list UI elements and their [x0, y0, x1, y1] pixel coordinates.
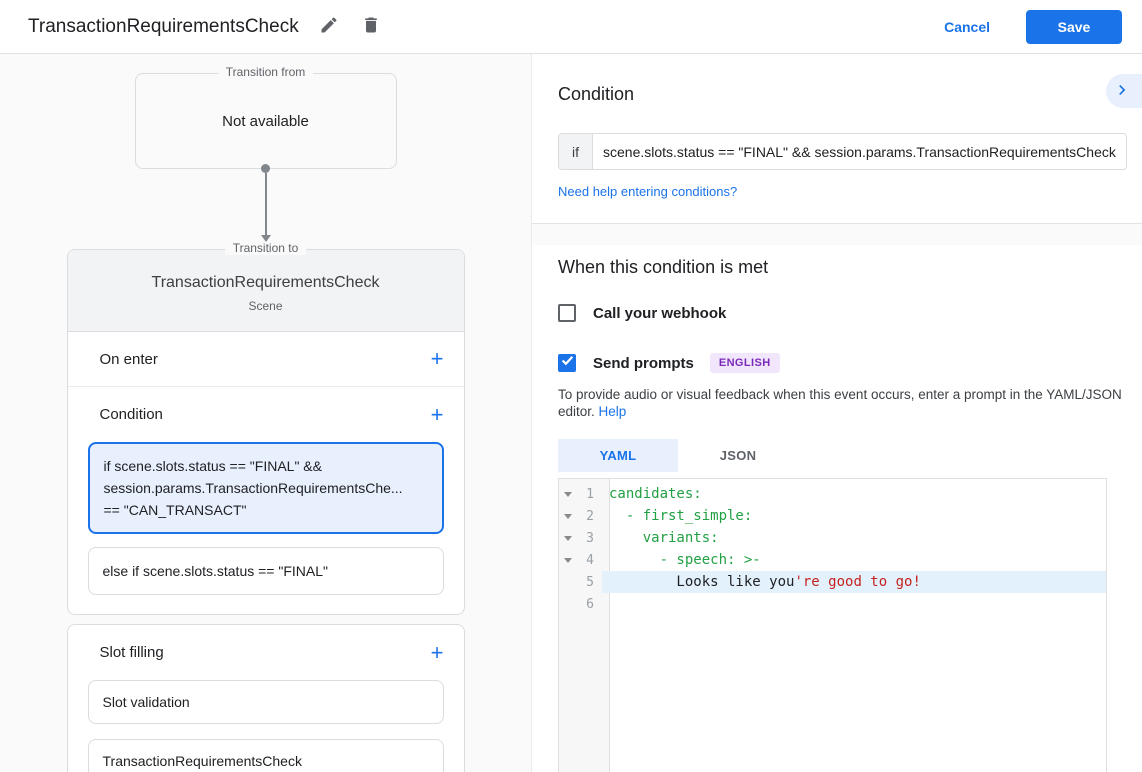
code-line: 6 [559, 593, 1106, 615]
pencil-icon [319, 15, 339, 38]
slot-filling-label: Slot filling [100, 644, 164, 661]
add-on-enter-button[interactable]: + [431, 348, 444, 370]
code-text: - first_simple: [609, 508, 752, 524]
call-webhook-label: Call your webhook [593, 305, 726, 322]
code-text: variants: [609, 530, 719, 546]
code-string-text: 're good to go! [794, 574, 920, 590]
condition-met-section: When this condition is met Call your web… [532, 245, 1142, 772]
slot-filling-header: Slot filling + [68, 625, 464, 680]
line-number: 1 [577, 487, 602, 502]
line-number: 5 [577, 575, 602, 590]
condition-line: session.params.TransactionRequirementsCh… [104, 477, 428, 499]
edit-scene-button[interactable] [317, 15, 341, 39]
scene-diagram-panel: Transition from Not available Transition… [0, 54, 532, 772]
condition-line: else if scene.slots.status == "FINAL" [103, 560, 429, 582]
top-bar: TransactionRequirementsCheck Cancel Save [0, 0, 1142, 54]
on-enter-label: On enter [100, 351, 158, 368]
code-line: 4 - speech: >- [559, 549, 1106, 571]
scene-name: TransactionRequirementsCheck [78, 274, 454, 292]
prompt-description-text: To provide audio or visual feedback when… [558, 387, 1122, 419]
webhook-row: Call your webhook [558, 304, 1127, 322]
line-number: 4 [577, 553, 602, 568]
editor-format-tabs: YAML JSON [558, 439, 1127, 472]
line-number: 2 [577, 509, 602, 524]
code-line-highlighted: 5 Looks like you're good to go! [559, 571, 1106, 593]
code-line: 3 variants: [559, 527, 1106, 549]
section-divider [532, 223, 1142, 245]
slot-item-validation[interactable]: Slot validation [88, 680, 444, 724]
language-badge: ENGLISH [710, 353, 780, 373]
scene-card-header: TransactionRequirementsCheck Scene [68, 250, 464, 332]
condition-section-header: Condition + [68, 387, 464, 442]
condition-met-title: When this condition is met [558, 257, 1127, 278]
trash-icon [361, 15, 381, 38]
transition-from-box: Transition from Not available [135, 73, 397, 169]
chevron-right-icon [1112, 80, 1132, 103]
slot-item-transaction-check[interactable]: TransactionRequirementsCheck [88, 739, 444, 772]
fold-arrow-icon[interactable] [559, 514, 577, 519]
fold-arrow-icon[interactable] [559, 492, 577, 497]
code-line: 1 candidates: [559, 483, 1106, 505]
yaml-code-editor[interactable]: 1 candidates: 2 - first_simple: 3 varian… [558, 478, 1107, 772]
condition-card-selected[interactable]: if scene.slots.status == "FINAL" && sess… [88, 442, 444, 534]
checkmark-icon [561, 354, 574, 372]
condition-line: if scene.slots.status == "FINAL" && [104, 455, 428, 477]
connector-dot [261, 164, 270, 173]
fold-arrow-icon[interactable] [559, 558, 577, 563]
code-line: 2 - first_simple: [559, 505, 1106, 527]
condition-if-field: if [558, 133, 1127, 170]
on-enter-section: On enter + [68, 332, 464, 387]
code-text: candidates: [609, 486, 702, 502]
line-number: 3 [577, 531, 602, 546]
scene-type: Scene [78, 299, 454, 313]
connector-line [265, 173, 267, 235]
transition-to-label: Transition to [225, 241, 307, 255]
collapse-panel-button[interactable] [1106, 74, 1142, 108]
transition-from-label: Transition from [218, 65, 314, 79]
condition-editor-panel: Condition if Need help entering conditio… [532, 54, 1142, 772]
code-text: - speech: >- [609, 552, 761, 568]
call-webhook-checkbox[interactable] [558, 304, 576, 322]
add-slot-button[interactable]: + [431, 642, 444, 664]
fold-arrow-icon[interactable] [559, 536, 577, 541]
condition-label: Condition [100, 406, 163, 423]
transition-from-value: Not available [222, 113, 309, 130]
add-condition-button[interactable]: + [431, 404, 444, 426]
send-prompts-checkbox[interactable] [558, 354, 576, 372]
condition-expression-input[interactable] [593, 134, 1126, 169]
delete-scene-button[interactable] [359, 15, 383, 39]
condition-panel-title: Condition [558, 84, 1127, 105]
code-text [602, 593, 1106, 615]
save-button[interactable]: Save [1026, 10, 1122, 44]
transition-to-card: Transition to TransactionRequirementsChe… [67, 249, 465, 615]
prompt-help-link[interactable]: Help [599, 404, 627, 419]
condition-line: == "CAN_TRANSACT" [104, 499, 428, 521]
condition-card-else[interactable]: else if scene.slots.status == "FINAL" [88, 547, 444, 595]
condition-help-link[interactable]: Need help entering conditions? [558, 184, 737, 199]
code-text: Looks like you [609, 574, 794, 590]
tab-json[interactable]: JSON [678, 439, 798, 472]
transition-connector [256, 164, 276, 242]
send-prompts-row: Send prompts ENGLISH [558, 353, 1127, 373]
slot-filling-card: Slot filling + Slot validation Transacti… [67, 624, 465, 772]
line-number: 6 [577, 597, 602, 612]
condition-section: Condition + if scene.slots.status == "FI… [68, 387, 464, 614]
condition-expression-section: Condition if Need help entering conditio… [532, 54, 1142, 223]
page-title: TransactionRequirementsCheck [28, 16, 299, 38]
cancel-button[interactable]: Cancel [944, 19, 990, 35]
tab-yaml[interactable]: YAML [558, 439, 678, 472]
send-prompts-label: Send prompts [593, 355, 694, 372]
arrow-down-icon [261, 235, 271, 242]
if-prefix-label: if [559, 134, 593, 169]
prompt-description: To provide audio or visual feedback when… [558, 386, 1127, 420]
